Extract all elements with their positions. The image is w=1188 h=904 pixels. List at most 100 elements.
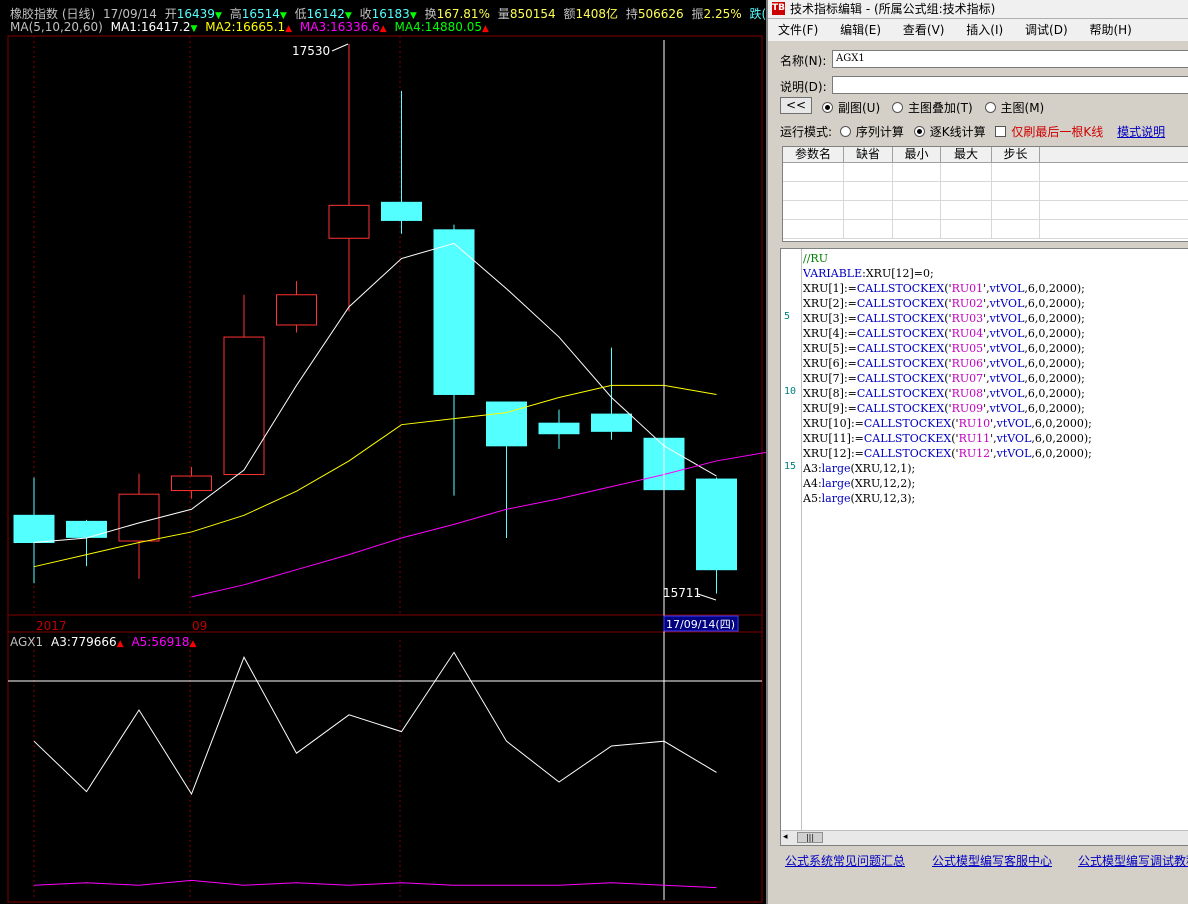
table-row[interactable] bbox=[783, 163, 1188, 182]
radio-checked-icon bbox=[822, 102, 833, 113]
code-line[interactable]: XRU[10]:=CALLSTOCKEX('RU10',vtVOL,6,0,20… bbox=[803, 416, 1092, 431]
candle-body bbox=[66, 520, 107, 538]
radio-main[interactable]: 主图(M) bbox=[984, 101, 1044, 115]
code-line[interactable]: XRU[2]:=CALLSTOCKEX('RU02',vtVOL,6,0,200… bbox=[803, 296, 1092, 311]
menu-file[interactable]: 文件(F) bbox=[778, 23, 818, 37]
scroll-left-icon[interactable]: ◂ bbox=[783, 832, 788, 842]
code-line[interactable]: //RU bbox=[803, 251, 1092, 266]
menu-view[interactable]: 查看(V) bbox=[903, 23, 945, 37]
ma-legend: MA(5,10,20,60) MA1:16417.2▼ MA2:16665.1▲… bbox=[10, 20, 493, 34]
table-row[interactable] bbox=[783, 201, 1188, 220]
ma2-legend: MA2:16665.1▲ bbox=[205, 20, 292, 34]
down-arrow-icon: ▼ bbox=[190, 24, 198, 34]
menu-debug[interactable]: 调试(D) bbox=[1025, 23, 1068, 37]
ma1-value: MA1:16417.2 bbox=[110, 20, 191, 34]
hold-field: 持506626 bbox=[626, 7, 684, 21]
faq-link[interactable]: 公式系统常见问题汇总 bbox=[785, 852, 905, 869]
radio-kline-label: 逐K线计算 bbox=[929, 125, 986, 139]
ma2-line bbox=[33, 384, 717, 568]
code-line[interactable]: A3:large(XRU,12,1); bbox=[803, 461, 1092, 476]
open-value: 16439 bbox=[176, 7, 215, 21]
ma4-legend: MA4:14880.05▲ bbox=[395, 20, 489, 34]
menu-insert[interactable]: 插入(I) bbox=[966, 23, 1003, 37]
run-mode-group: 运行模式: 序列计算 逐K线计算 仅刷最后一根K线 模式说明 bbox=[780, 123, 1165, 140]
collapse-button[interactable]: << bbox=[780, 97, 812, 114]
menu-edit[interactable]: 编辑(E) bbox=[840, 23, 881, 37]
table-row[interactable] bbox=[783, 182, 1188, 201]
col-min[interactable]: 最小 bbox=[893, 147, 941, 162]
volume-field: 量850154 bbox=[498, 7, 556, 21]
col-param-name[interactable]: 参数名 bbox=[783, 147, 844, 162]
radio-subchart-label: 副图(U) bbox=[838, 101, 881, 115]
code-line[interactable]: XRU[9]:=CALLSTOCKEX('RU09',vtVOL,6,0,200… bbox=[803, 401, 1092, 416]
code-line[interactable]: XRU[3]:=CALLSTOCKEX('RU03',vtVOL,6,0,200… bbox=[803, 311, 1092, 326]
close-label: 收 bbox=[359, 7, 372, 21]
refresh-last-label: 仅刷最后一根K线 bbox=[1011, 125, 1104, 139]
radio-overlay[interactable]: 主图叠加(T) bbox=[891, 101, 973, 115]
ma2-value: MA2:16665.1 bbox=[205, 20, 286, 34]
formula-code[interactable]: //RU VARIABLE:XRU[12]=0; XRU[1]:=CALLSTOCK… bbox=[803, 251, 1092, 506]
open-label: 开 bbox=[164, 7, 177, 21]
refresh-last-checkbox[interactable]: 仅刷最后一根K线 bbox=[995, 125, 1103, 139]
code-editor[interactable]: 5 10 15 //RU VARIABLE:XRU[12]=0; XRU[1]:=C… bbox=[780, 248, 1188, 846]
code-line[interactable]: XRU[11]:=CALLSTOCKEX('RU11',vtVOL,6,0,20… bbox=[803, 431, 1092, 446]
desc-input[interactable] bbox=[832, 76, 1188, 94]
indicator-legend: AGX1 A3:779666▲ A5:56918▲ bbox=[10, 635, 200, 649]
ma1-legend: MA1:16417.2▼ bbox=[111, 20, 198, 34]
radio-subchart[interactable]: 副图(U) bbox=[822, 101, 880, 115]
a5-value: A5:56918 bbox=[131, 635, 190, 649]
kline-chart-panel[interactable]: 17530 15711 2017 09 17/09/14(四) 橡胶指数 (日线) 17… bbox=[0, 0, 832, 904]
col-step[interactable]: 步长 bbox=[992, 147, 1040, 162]
horizontal-scrollbar[interactable]: ◂ ||| bbox=[781, 830, 1188, 845]
high-field: 高16514▼ bbox=[230, 7, 287, 21]
mode-help-link[interactable]: 模式说明 bbox=[1117, 125, 1165, 139]
turnover-value: 167.81% bbox=[436, 7, 490, 21]
close-field: 收16183▼ bbox=[360, 7, 417, 21]
editor-titlebar[interactable]: TB 技术指标编辑 - (所属公式组:技术指标) bbox=[768, 0, 1188, 19]
app-icon: TB bbox=[772, 2, 785, 15]
menu-help[interactable]: 帮助(H) bbox=[1089, 23, 1131, 37]
line-number-5: 5 bbox=[784, 311, 791, 322]
code-line[interactable]: A4:large(XRU,12,2); bbox=[803, 476, 1092, 491]
candle-body bbox=[171, 475, 212, 492]
radio-kline[interactable]: 逐K线计算 bbox=[913, 125, 986, 139]
col-max[interactable]: 最大 bbox=[941, 147, 992, 162]
scroll-thumb[interactable]: ||| bbox=[797, 832, 823, 843]
hold-value: 506626 bbox=[637, 7, 684, 21]
up-arrow-icon: ▲ bbox=[379, 24, 387, 34]
code-line[interactable]: XRU[6]:=CALLSTOCKEX('RU06',vtVOL,6,0,200… bbox=[803, 356, 1092, 371]
radio-sequence[interactable]: 序列计算 bbox=[839, 125, 904, 139]
turnover-label: 换 bbox=[424, 7, 437, 21]
col-default[interactable]: 缺省 bbox=[844, 147, 893, 162]
chart-position-group: 副图(U) 主图叠加(T) 主图(M) bbox=[822, 99, 1044, 116]
code-line[interactable]: A5:large(XRU,12,3); bbox=[803, 491, 1092, 506]
radio-sequence-label: 序列计算 bbox=[855, 125, 904, 139]
line-number-10: 10 bbox=[784, 386, 797, 397]
code-line[interactable]: XRU[7]:=CALLSTOCKEX('RU07',vtVOL,6,0,200… bbox=[803, 371, 1092, 386]
param-table[interactable]: 参数名 缺省 最小 最大 步长 bbox=[782, 146, 1188, 242]
tutorial-link[interactable]: 公式模型编写调试教程 bbox=[1078, 852, 1188, 869]
code-line[interactable]: VARIABLE:XRU[12]=0; bbox=[803, 266, 1092, 281]
low-field: 低16142▼ bbox=[295, 7, 352, 21]
footer-links: 公式系统常见问题汇总 公式模型编写客服中心 公式模型编写调试教程 bbox=[768, 852, 1188, 872]
code-line[interactable]: XRU[8]:=CALLSTOCKEX('RU08',vtVOL,6,0,200… bbox=[803, 386, 1092, 401]
code-line[interactable]: XRU[12]:=CALLSTOCKEX('RU12',vtVOL,6,0,20… bbox=[803, 446, 1092, 461]
candle-body bbox=[538, 422, 580, 435]
table-row[interactable] bbox=[783, 220, 1188, 239]
ma4-value: MA4:14880.05 bbox=[394, 20, 483, 34]
code-line[interactable]: XRU[5]:=CALLSTOCKEX('RU05',vtVOL,6,0,200… bbox=[803, 341, 1092, 356]
amount-field: 额1408亿 bbox=[563, 7, 618, 21]
name-input[interactable]: AGX1 bbox=[832, 50, 1188, 68]
run-mode-label: 运行模式: bbox=[780, 125, 833, 139]
code-line[interactable]: XRU[4]:=CALLSTOCKEX('RU04',vtVOL,6,0,200… bbox=[803, 326, 1092, 341]
radio-checked-icon bbox=[913, 126, 925, 137]
support-link[interactable]: 公式模型编写客服中心 bbox=[932, 852, 1052, 869]
up-arrow-icon: ▲ bbox=[482, 24, 489, 34]
a3-legend: A3:779666▲ bbox=[51, 635, 124, 649]
chart-canvas[interactable]: 17530 15711 2017 09 17/09/14(四) bbox=[0, 0, 766, 904]
menu-bar: 文件(F) 编辑(E) 查看(V) 插入(I) 调试(D) 帮助(H) bbox=[768, 19, 1188, 41]
indicator-editor-window[interactable]: TB 技术指标编辑 - (所属公式组:技术指标) 文件(F) 编辑(E) 查看(… bbox=[766, 0, 1188, 904]
up-arrow-icon: ▲ bbox=[285, 24, 293, 34]
code-line[interactable]: XRU[1]:=CALLSTOCKEX('RU01',vtVOL,6,0,200… bbox=[803, 281, 1092, 296]
ma3-value: MA3:16336.6 bbox=[299, 20, 380, 34]
